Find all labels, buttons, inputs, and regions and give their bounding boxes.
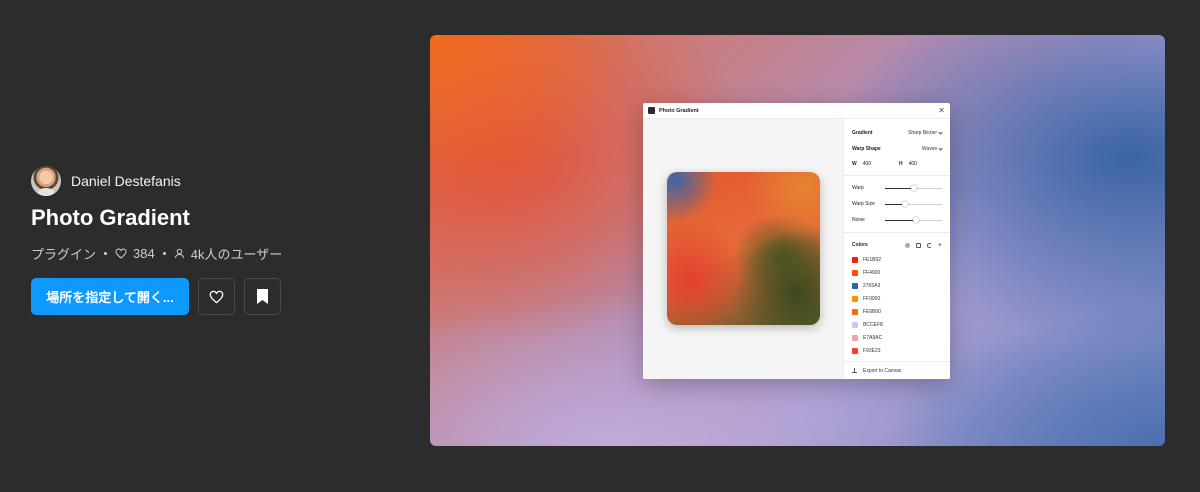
- likes-count: 384: [133, 246, 155, 261]
- author[interactable]: Daniel Destefanis: [31, 166, 181, 196]
- heart-icon: [115, 248, 127, 259]
- color-swatch[interactable]: [852, 308, 858, 315]
- window-header: Photo Gradient ✕: [643, 103, 950, 119]
- open-in-button[interactable]: 場所を指定して開く...: [31, 278, 189, 315]
- slider-handle[interactable]: [901, 201, 908, 207]
- color-row[interactable]: FF9000: [844, 292, 950, 305]
- plugin-window: Photo Gradient ✕ Gradient Sharp Bézier W…: [643, 103, 950, 379]
- gradient-preview: [667, 172, 820, 325]
- add-icon[interactable]: +: [938, 242, 942, 249]
- slider-label: Noise: [852, 217, 865, 223]
- warp-shape-row[interactable]: Warp Shape Waves: [844, 141, 950, 157]
- plugin-title: Photo Gradient: [31, 205, 190, 230]
- colors-tools: +: [904, 242, 942, 249]
- height-label: H: [899, 161, 903, 167]
- export-to-canvas-button[interactable]: Export to Canvas: [844, 361, 950, 379]
- random-color-icon[interactable]: [904, 242, 910, 248]
- color-row[interactable]: E7A9AC: [844, 331, 950, 344]
- gradient-value: Sharp Bézier: [908, 130, 937, 136]
- action-bar: 場所を指定して開く...: [31, 278, 281, 315]
- like-button[interactable]: [198, 278, 235, 315]
- color-row[interactable]: FE6B00: [844, 305, 950, 318]
- color-swatch[interactable]: [852, 334, 858, 341]
- color-hex: FE1B02: [863, 256, 882, 263]
- settings-panel: Gradient Sharp Bézier Warp Shape Waves W…: [843, 119, 950, 379]
- width-value: 400: [862, 161, 872, 167]
- height-field[interactable]: H 400: [899, 161, 917, 167]
- author-name[interactable]: Daniel Destefanis: [71, 173, 181, 189]
- refresh-icon[interactable]: [926, 242, 932, 248]
- avatar[interactable]: [31, 166, 61, 196]
- user-icon: [174, 248, 184, 259]
- users-count: 4k人のユーザー: [190, 247, 283, 262]
- bookmark-button[interactable]: [244, 278, 281, 315]
- slider-fill: [885, 219, 917, 221]
- height-value: 400: [908, 161, 917, 167]
- color-swatch[interactable]: [852, 295, 858, 302]
- color-row[interactable]: BCCEF8: [844, 318, 950, 331]
- slider-fill: [885, 187, 914, 189]
- warp-shape-label: Warp Shape: [852, 146, 881, 152]
- color-hex: F93E23: [863, 347, 881, 354]
- color-hex: 2765A3: [863, 282, 881, 289]
- image-icon[interactable]: [915, 242, 921, 248]
- colors-label: Colors: [852, 242, 868, 248]
- color-hex: BCCEF8: [863, 321, 883, 328]
- export-label: Export to Canvas: [863, 367, 902, 374]
- gradient-label: Gradient: [852, 130, 873, 136]
- color-list: FE1B02 FF4900 2765A3 FF9000 FE6B00 BCCEF8 E7A9…: [844, 253, 950, 370]
- color-swatch[interactable]: [852, 256, 858, 263]
- separator-dot: [162, 252, 166, 255]
- color-row[interactable]: 2765A3: [844, 279, 950, 292]
- width-label: W: [852, 161, 857, 167]
- warp-size-slider[interactable]: Warp Size: [844, 196, 950, 212]
- download-icon: [852, 368, 857, 373]
- gradient-row[interactable]: Gradient Sharp Bézier: [844, 125, 950, 141]
- preview-canvas: [643, 119, 843, 379]
- color-swatch[interactable]: [852, 282, 858, 289]
- gradient-select[interactable]: Sharp Bézier: [908, 129, 943, 136]
- slider-track[interactable]: [885, 217, 942, 223]
- size-row: W 400 H 400: [844, 157, 950, 171]
- noise-slider[interactable]: Noise: [844, 212, 950, 228]
- window-title: Photo Gradient: [659, 107, 699, 114]
- slider-track[interactable]: [885, 185, 942, 191]
- slider-handle[interactable]: [910, 185, 917, 191]
- color-row[interactable]: FF4900: [844, 266, 950, 279]
- slider-label: Warp: [852, 185, 864, 191]
- slider-handle[interactable]: [913, 217, 920, 223]
- colors-header: Colors +: [844, 237, 950, 253]
- chevron-down-icon: [938, 145, 943, 151]
- slider-label: Warp Size: [852, 201, 875, 207]
- color-hex: E7A9AC: [863, 334, 883, 341]
- color-hex: FF9000: [863, 295, 881, 302]
- plugin-meta: プラグイン 384 4k人のユーザー: [31, 244, 282, 263]
- heart-icon: [209, 290, 224, 303]
- slider-track[interactable]: [885, 201, 942, 207]
- separator-dot: [104, 252, 108, 255]
- color-hex: FF4900: [863, 269, 881, 276]
- color-swatch[interactable]: [852, 321, 858, 328]
- slider-group: Warp Warp Size Noise: [844, 180, 950, 228]
- color-swatch[interactable]: [852, 269, 858, 276]
- plugin-type: プラグイン: [31, 247, 97, 262]
- width-field[interactable]: W 400: [852, 161, 899, 167]
- divider: [844, 232, 950, 233]
- color-swatch[interactable]: [852, 347, 858, 354]
- plugin-logo-icon: [648, 107, 655, 114]
- color-hex: FE6B00: [863, 308, 882, 315]
- close-icon[interactable]: ✕: [938, 106, 945, 115]
- warp-shape-select[interactable]: Waves: [921, 145, 943, 152]
- divider: [844, 175, 950, 176]
- warp-shape-value: Waves: [921, 146, 937, 152]
- chevron-down-icon: [938, 129, 943, 135]
- color-row[interactable]: F93E23: [844, 344, 950, 357]
- warp-slider[interactable]: Warp: [844, 180, 950, 196]
- bookmark-icon: [257, 289, 268, 304]
- color-row[interactable]: FE1B02: [844, 253, 950, 266]
